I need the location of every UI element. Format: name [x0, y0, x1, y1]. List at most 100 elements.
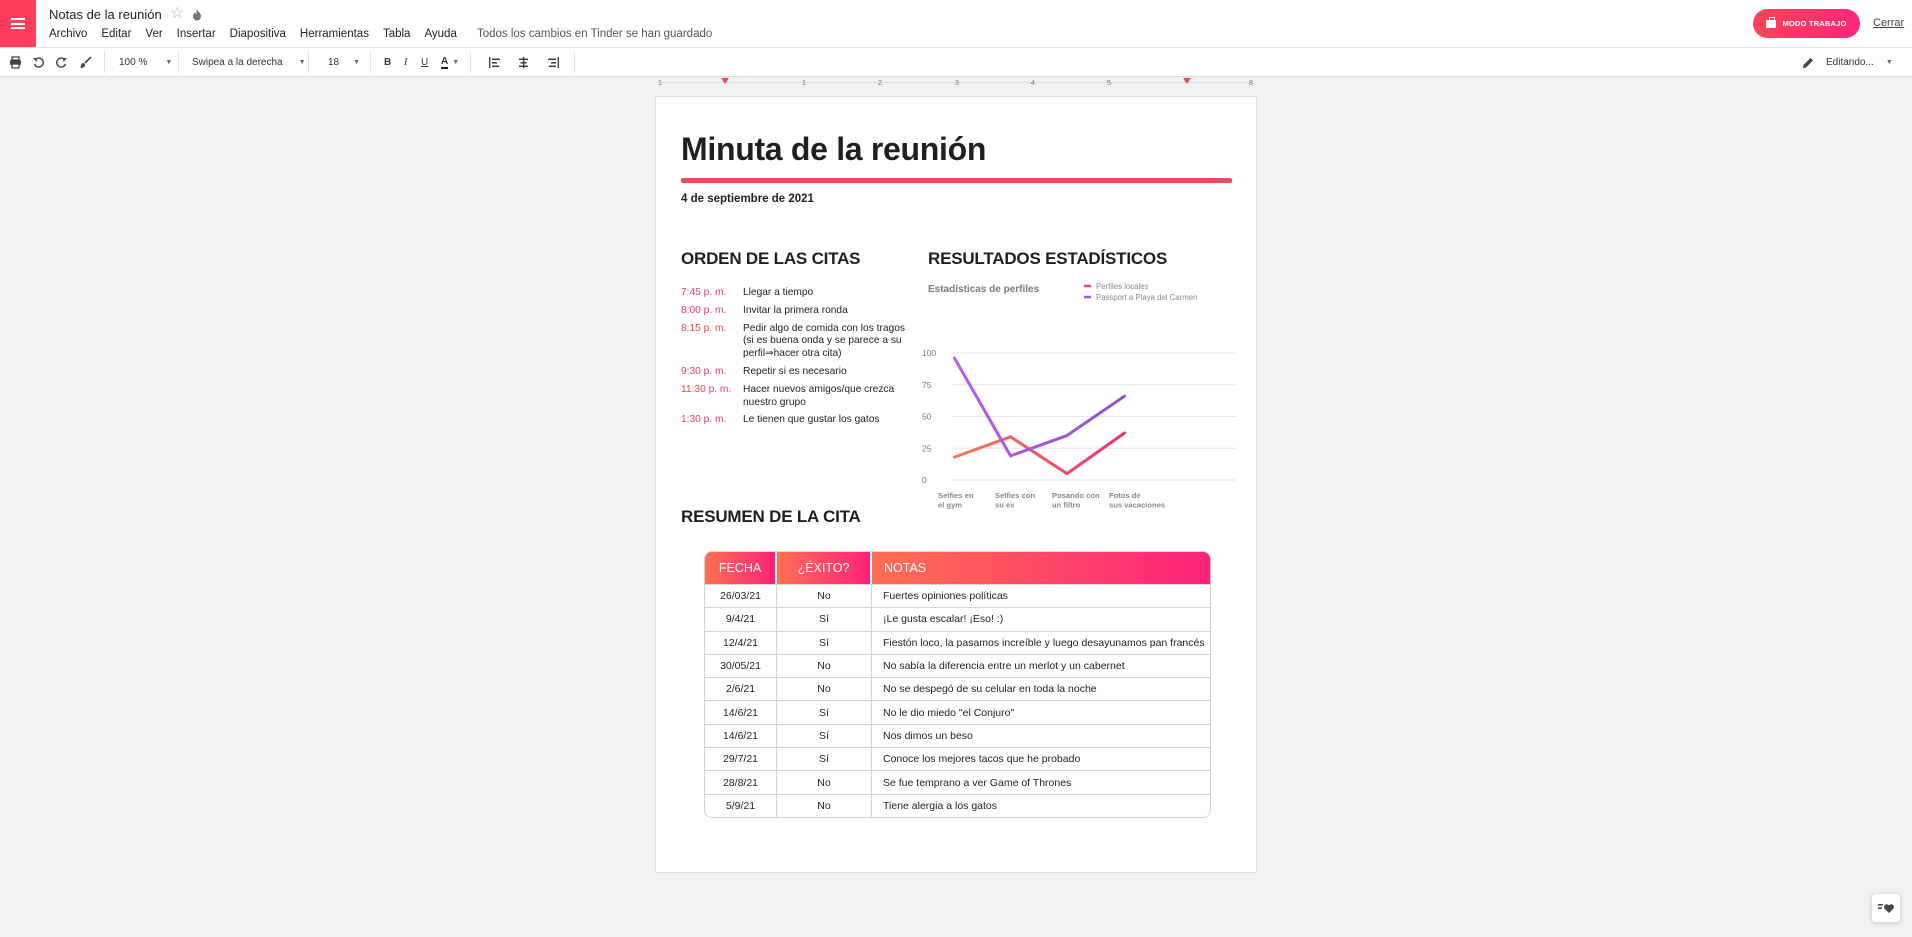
notes-cell: No se despegó de su celular en toda la n… — [872, 677, 1210, 700]
work-mode-button[interactable]: MODO TRABAJO — [1753, 9, 1860, 38]
menu-item-herramientas[interactable]: Herramientas — [300, 28, 369, 40]
schedule-list: 7:45 p. m. Llegar a tiempo 8:00 p. m. Invit… — [681, 287, 911, 432]
underline-button[interactable]: U — [421, 48, 428, 77]
italic-button[interactable]: I — [404, 48, 407, 77]
notes-cell: ¡Le gusta escalar! ¡Eso! :) — [872, 607, 1210, 630]
menu-item-insertar[interactable]: Insertar — [177, 28, 216, 40]
menu-item-ver[interactable]: Ver — [145, 28, 162, 40]
success-cell: Sí — [777, 723, 872, 748]
left-indent-marker[interactable] — [721, 78, 729, 84]
chart-legend: Perfiles locales Passport a Playa del Car… — [1084, 282, 1197, 302]
toolbar-divider — [178, 52, 179, 73]
undo-icon[interactable] — [32, 56, 45, 69]
chart-x-axis: Selfies en el gym Selfies con su ex Posando … — [938, 491, 1165, 510]
schedule-activity: Repetir si es necesario — [743, 365, 847, 377]
table-row: 14/6/21 Sí Nos dimos un beso — [705, 723, 1210, 748]
flame-icon[interactable] — [192, 9, 202, 21]
document-title[interactable]: Notas de la reunión — [49, 7, 162, 22]
menu-bar: Archivo Editar Ver Insertar Diapositiva … — [49, 28, 471, 40]
align-right-icon[interactable] — [547, 56, 560, 69]
schedule-time: 11:30 p. m. — [681, 383, 732, 395]
success-cell: No — [777, 653, 872, 678]
star-icon[interactable]: ☆ — [170, 6, 184, 22]
menu-item-tabla[interactable]: Tabla — [383, 28, 411, 40]
menu-item-editar[interactable]: Editar — [101, 28, 131, 40]
ruler-number: 8 — [1248, 78, 1254, 87]
table-row: 30/05/21 No No sabía la diferencia entre u… — [705, 653, 1210, 678]
menu-item-archivo[interactable]: Archivo — [49, 28, 87, 40]
align-left-icon[interactable] — [488, 56, 501, 69]
menu-icon — [11, 18, 25, 29]
legend-label: Perfiles locales — [1096, 282, 1149, 291]
comments-button[interactable] — [1871, 893, 1901, 923]
app-header: Notas de la reunión ☆ Archivo Editar Ver… — [0, 0, 1912, 47]
right-indent-marker[interactable] — [1183, 78, 1191, 84]
x-tick-label: Selfies con su ex — [995, 491, 1035, 510]
document-page[interactable]: Minuta de la reunión 4 de septiembre de … — [655, 96, 1257, 873]
table-row: 14/6/21 Sí No le dio miedo "el Conjuro" — [705, 700, 1210, 724]
document-date: 4 de septiembre de 2021 — [681, 193, 814, 205]
schedule-section-title: ORDEN DE LAS CITAS — [681, 249, 861, 268]
notes-cell: Se fue temprano a ver Game of Thrones — [872, 770, 1210, 793]
schedule-time: 9:30 p. m. — [681, 365, 727, 377]
table-row: 5/9/21 No Tiene alergia a los gatos — [705, 793, 1210, 817]
print-icon[interactable] — [9, 56, 22, 69]
comment-heart-icon — [1878, 904, 1894, 913]
ruler-number: 3 — [954, 78, 960, 87]
schedule-time: 8:00 p. m. — [681, 304, 727, 316]
date-cell: 12/4/21 — [705, 630, 777, 654]
menu-item-diapositiva[interactable]: Diapositiva — [230, 28, 286, 40]
ruler-number: 2 — [877, 78, 883, 87]
ruler-number: 1 — [657, 78, 663, 87]
font-size-select[interactable]: 18 ▼ — [328, 48, 360, 77]
hamburger-menu-button[interactable] — [0, 0, 36, 47]
paint-format-icon[interactable] — [79, 56, 92, 69]
schedule-activity: Pedir algo de comida con los tragos (si … — [743, 322, 905, 360]
profile-stats-chart: Estadísticas de perfiles Perfiles locale… — [922, 282, 1236, 510]
toolbar-divider — [104, 52, 105, 73]
menu-item-ayuda[interactable]: Ayuda — [424, 28, 456, 40]
notes-cell: Nos dimos un beso — [872, 723, 1210, 747]
transition-select[interactable]: Swipea a la derecha ▼ — [192, 48, 306, 77]
table-row: 29/7/21 Sí Conoce los mejores tacos que he… — [705, 747, 1210, 771]
ruler-number: 4 — [1030, 78, 1036, 87]
pencil-icon — [1803, 57, 1813, 68]
zoom-select[interactable]: 100 % ▼ — [119, 48, 172, 77]
success-cell: Sí — [777, 607, 872, 631]
chart-y-axis: 0 25 50 75 100 — [922, 348, 936, 485]
close-link[interactable]: Cerrar — [1873, 17, 1904, 29]
align-center-icon[interactable] — [517, 56, 530, 69]
ruler: 1 1 2 3 4 5 8 — [655, 77, 1258, 89]
toolbar-divider — [470, 52, 471, 73]
redo-icon[interactable] — [55, 56, 68, 69]
schedule-item: 1:30 p. m. Le tienen que gustar los gatos — [681, 414, 911, 427]
table-row: 26/03/21 No Fuertes opiniones políticas — [705, 584, 1210, 608]
date-cell: 26/03/21 — [705, 584, 777, 608]
text-color-button[interactable]: A ▼ — [441, 48, 459, 77]
y-tick-label: 50 — [922, 412, 932, 422]
success-cell: Sí — [777, 630, 872, 654]
date-cell: 30/05/21 — [705, 653, 777, 678]
schedule-item: 11:30 p. m. Hacer nuevos amigos/que crezc… — [681, 384, 911, 410]
chevron-down-icon: ▼ — [353, 59, 361, 66]
stats-section-title: RESULTADOS ESTADÍSTICOS — [928, 249, 1168, 268]
notes-cell: Fiestón loco, la pasamos increíble y lue… — [872, 630, 1210, 654]
chevron-down-icon: ▼ — [165, 59, 173, 66]
date-cell: 9/4/21 — [705, 607, 777, 631]
save-status: Todos los cambios en Tinder se han guard… — [477, 28, 713, 40]
notes-cell: No le dio miedo "el Conjuro" — [872, 700, 1210, 723]
text-color-letter: A — [441, 55, 449, 69]
chevron-down-icon: ▼ — [452, 59, 460, 66]
x-tick-label: Selfies en el gym — [938, 491, 974, 510]
editing-mode-select[interactable]: Editando... ▼ — [1802, 48, 1893, 77]
schedule-activity: Llegar a tiempo — [743, 287, 814, 298]
schedule-time: 7:45 p. m. — [681, 287, 727, 298]
y-tick-label: 75 — [922, 380, 932, 390]
bold-button[interactable]: B — [384, 48, 391, 77]
date-cell: 5/9/21 — [705, 793, 777, 817]
success-cell: No — [777, 793, 872, 817]
schedule-item: 9:30 p. m. Repetir si es necesario — [681, 366, 911, 379]
x-tick-label: Posando con un filtro — [1052, 491, 1100, 510]
notes-cell: Conoce los mejores tacos que he probado — [872, 747, 1210, 770]
notes-cell: Fuertes opiniones políticas — [872, 584, 1210, 607]
